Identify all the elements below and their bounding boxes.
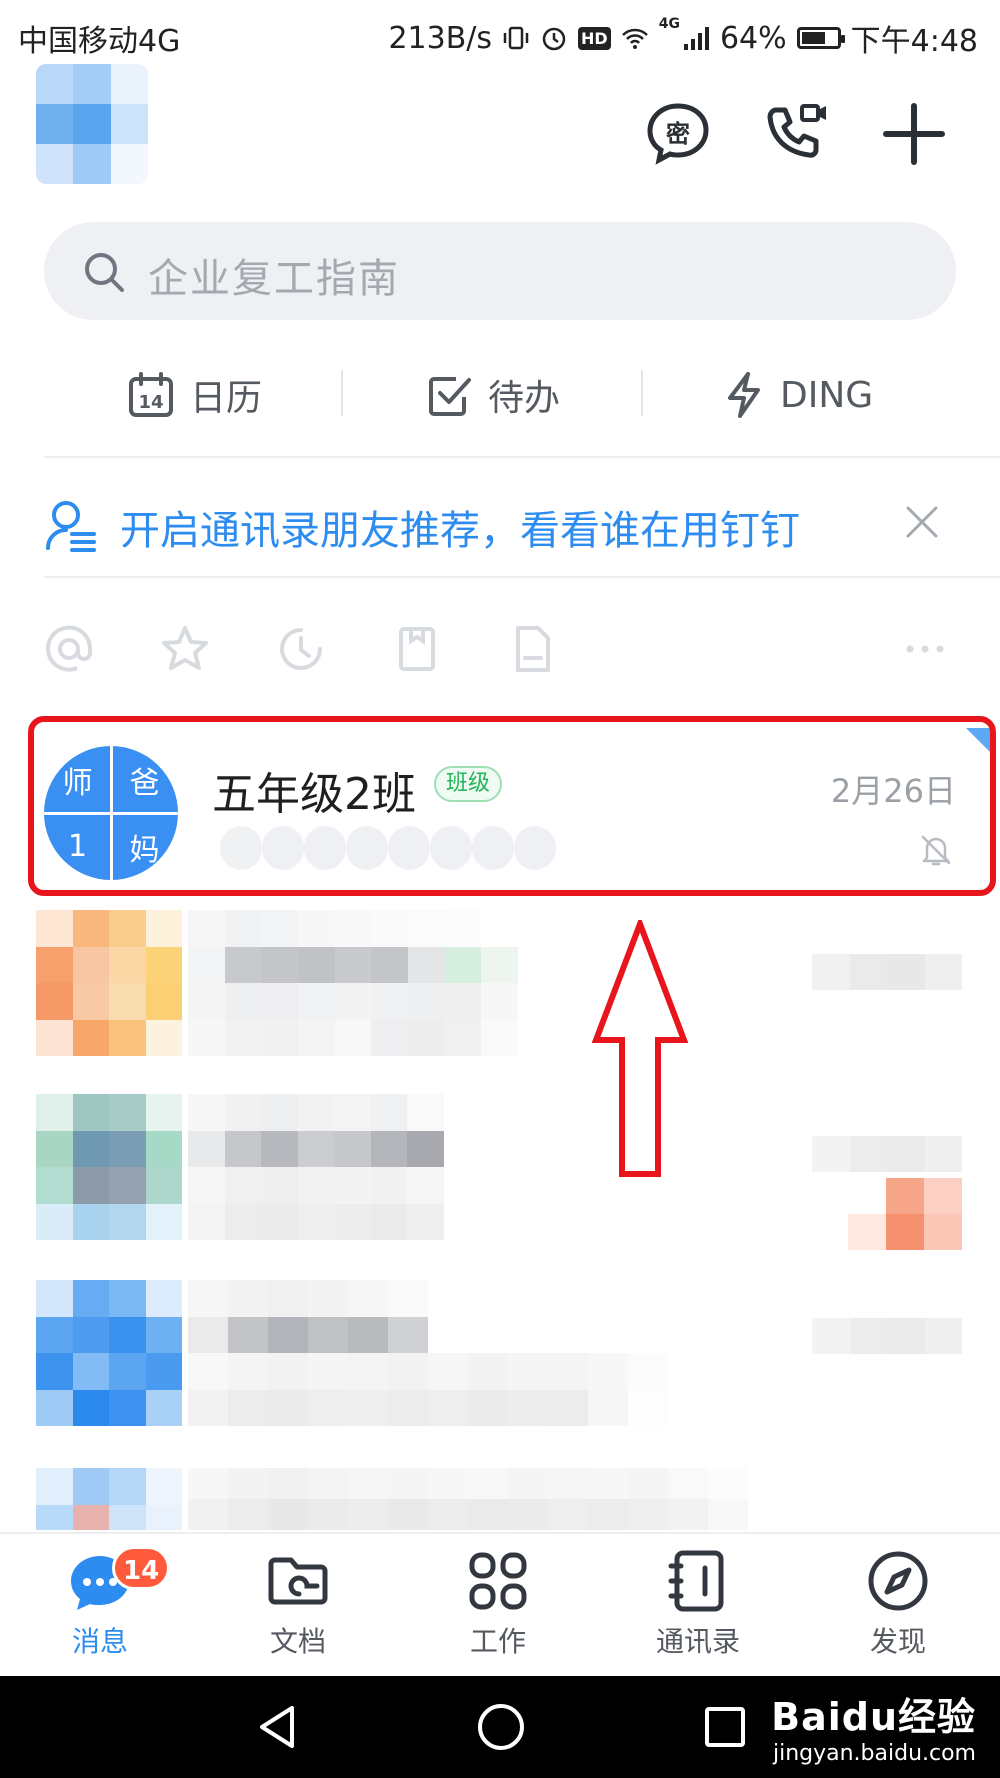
search-icon [85,253,124,292]
avatar-blurred [36,910,182,1056]
file-icon[interactable] [508,624,558,674]
wifi-icon [621,28,648,49]
calendar-label: 日历 [190,378,263,419]
bookmark-icon[interactable] [392,624,442,674]
avatar-blurred [36,1468,182,1530]
compass-icon [868,1551,928,1611]
carrier-label: 中国移动4G [18,24,181,59]
back-icon[interactable] [252,1702,302,1752]
chat-row-blurred[interactable] [0,1468,1000,1530]
network-type: 4G [658,16,680,32]
badge-blurred [848,1178,962,1250]
user-avatar[interactable] [36,64,148,184]
battery-fill [801,32,825,44]
bottom-tab-bar: 消息 14 文档 工作 通讯录 发现 [0,1532,1000,1676]
calendar-day: 14 [138,392,163,413]
avatar-blurred [36,1094,182,1240]
todo-label: 待办 [488,378,561,419]
ding-label: DING [780,374,874,416]
secret-chat-glyph: 密 [666,120,690,148]
tab-work[interactable]: 工作 [428,1548,568,1672]
time-blurred [812,954,962,990]
tab-docs[interactable]: 文档 [228,1548,368,1672]
video-call-icon[interactable] [762,100,830,168]
quick-divider [341,370,343,416]
chat-row-blurred[interactable] [0,910,1000,1056]
signal-icon [683,27,709,50]
unread-badge: 14 [112,1546,171,1590]
tab-label: 消息 [71,1625,128,1658]
avatar-blurred [36,1280,182,1426]
filter-bar [0,616,1000,686]
home-icon[interactable] [476,1702,526,1752]
tab-messages[interactable]: 消息 14 [30,1546,171,1672]
divider [44,576,1000,578]
contact-recommend-icon [46,501,96,552]
folder-icon [268,1557,328,1605]
text-blurred [188,1094,444,1240]
vibrate-icon [503,26,529,50]
chat-row-blurred[interactable] [0,1280,1000,1426]
quick-divider [641,370,643,416]
calendar-button[interactable]: 14 日历 [128,360,262,430]
secret-chat-icon[interactable]: 密 [644,100,712,168]
tab-contacts[interactable]: 通讯录 [628,1548,768,1672]
network-speed: 213B/s [388,20,493,56]
check-square-icon [429,377,471,416]
close-icon[interactable] [900,500,944,544]
highlight-box [28,716,996,896]
banner-text: 开启通讯录朋友推荐，看看谁在用钉钉 [120,508,800,554]
clock: 下午4:48 [850,24,978,59]
status-bar: 中国移动4G 213B/s HD 4G 64% 下午4:48 [0,0,1000,68]
battery-icon [796,27,845,49]
tab-label: 工作 [469,1625,526,1658]
tab-label: 通讯录 [655,1625,740,1658]
lightning-icon [728,372,760,418]
recents-icon[interactable] [700,1702,750,1752]
clock-icon[interactable] [276,624,326,674]
status-right: 213B/s HD 4G 64% 下午4:48 [388,16,978,60]
watermark-sub: jingyan.baidu.com [772,1741,976,1766]
calendar-icon: 14 [129,372,173,417]
text-blurred [188,1280,668,1426]
baidu-watermark: Baidu经验 jingyan.baidu.com [771,1686,976,1766]
alarm-icon [542,27,566,51]
chat-row-blurred[interactable] [0,1094,1000,1250]
tab-label: 文档 [269,1625,326,1658]
text-blurred [188,910,518,1056]
more-icon[interactable] [900,624,950,674]
at-icon[interactable] [44,624,94,674]
search-placeholder: 企业复工指南 [148,256,400,302]
star-icon[interactable] [160,624,210,674]
system-nav-bar: Baidu经验 jingyan.baidu.com [0,1676,1000,1778]
watermark-main: Baidu经验 [771,1695,976,1739]
battery-percent: 64% [719,20,787,56]
time-blurred [812,1136,962,1172]
hd-icon: HD [578,26,611,50]
grid-icon [469,1552,527,1610]
text-blurred [188,1468,748,1530]
tab-discover[interactable]: 发现 [828,1548,968,1672]
todo-button[interactable]: 待办 [428,360,560,430]
contacts-icon [668,1550,724,1612]
divider [44,456,1000,458]
plus-icon[interactable] [880,100,948,168]
quick-actions: 14 日历 待办 DING [0,360,1000,430]
search-bar[interactable]: 企业复工指南 [44,222,956,320]
contact-recommend-banner[interactable]: 开启通讯录朋友推荐，看看谁在用钉钉 [0,470,1000,580]
ding-button[interactable]: DING [724,360,873,430]
time-blurred [812,1318,962,1354]
tab-label: 发现 [869,1625,926,1658]
